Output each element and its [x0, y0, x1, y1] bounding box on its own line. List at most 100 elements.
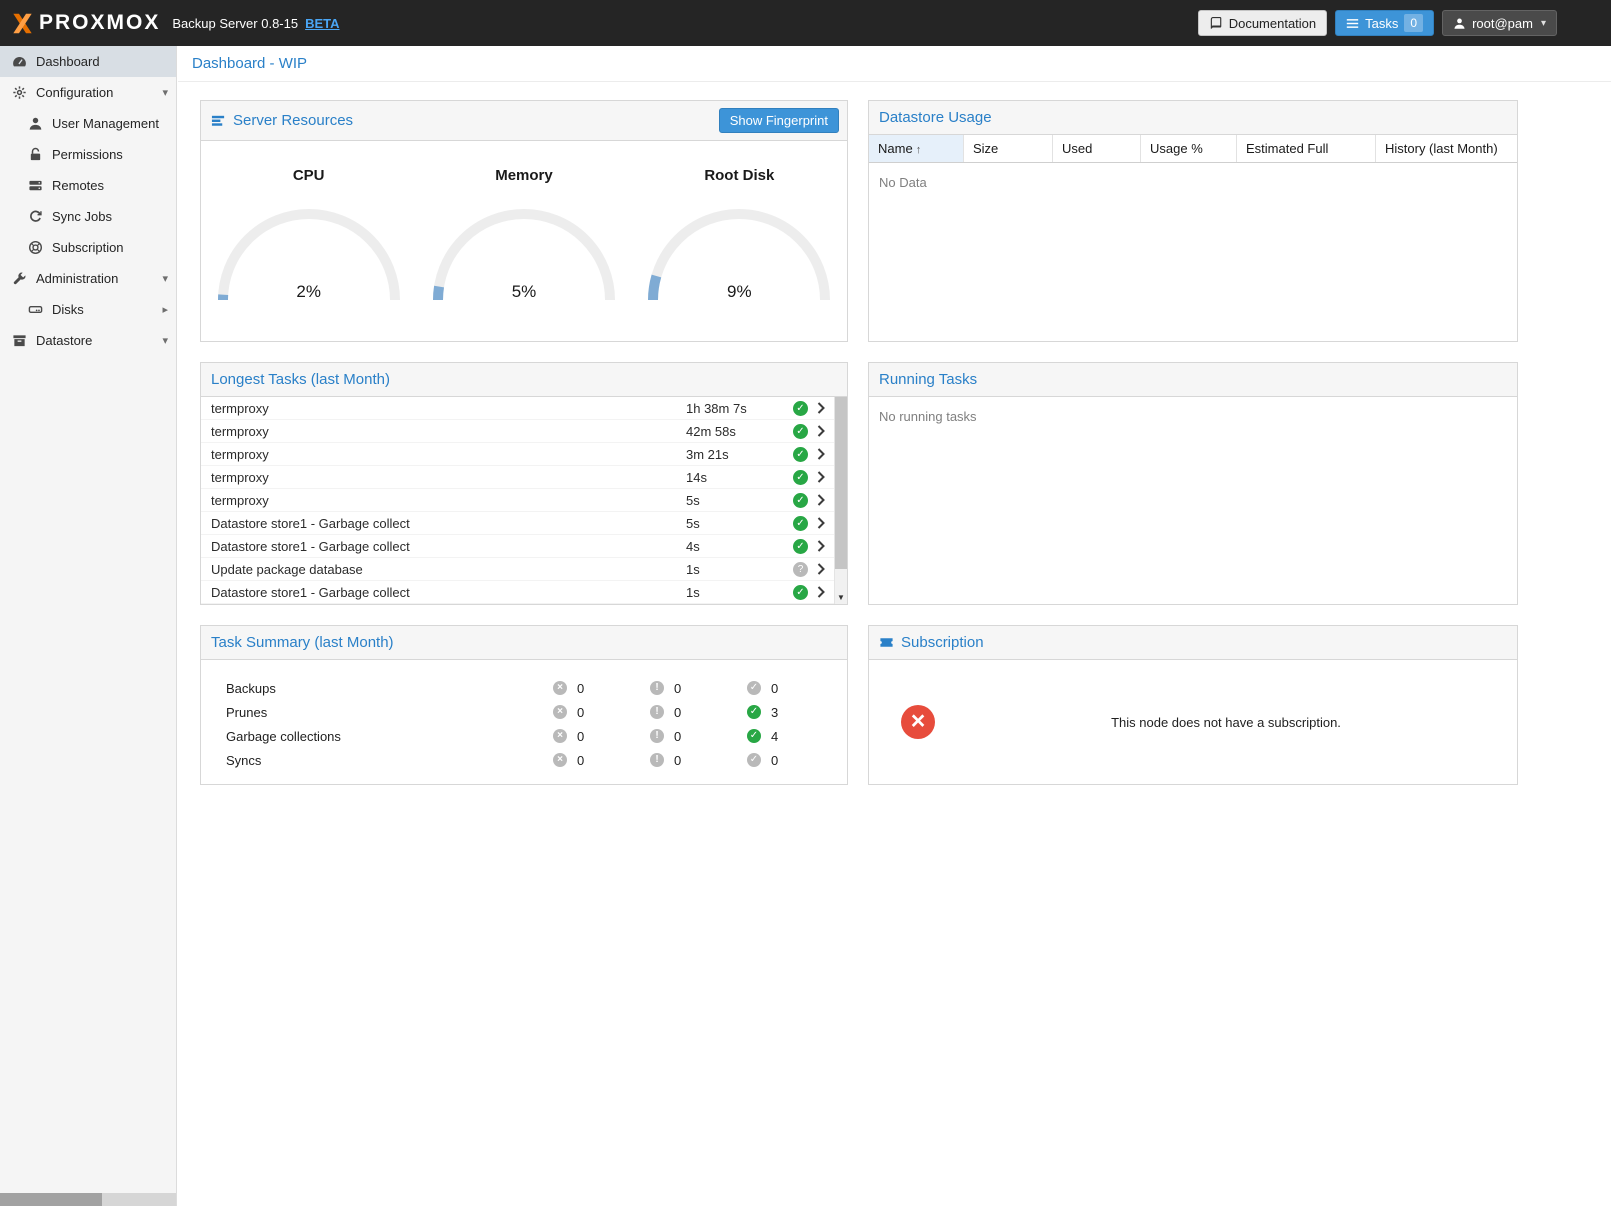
- column-header-name[interactable]: Name↑: [869, 135, 964, 162]
- tasks-button[interactable]: Tasks 0: [1335, 10, 1434, 36]
- task-summary-list: Backups ×0 !0 ✓0 Prunes ×0 !0 ✓3 Gar: [201, 660, 847, 772]
- exclamation-circle-icon: !: [650, 753, 664, 767]
- vertical-scrollbar[interactable]: ▼: [834, 397, 847, 604]
- column-header-estimated-full[interactable]: Estimated Full: [1237, 135, 1376, 162]
- datastore-usage-header: Datastore Usage: [869, 101, 1517, 135]
- check-circle-icon: ✓: [793, 401, 808, 416]
- root-disk-gauge: Root Disk 9%: [632, 167, 847, 306]
- sidebar-item-label: Permissions: [52, 147, 123, 162]
- panel-title: Running Tasks: [879, 371, 977, 388]
- product-version: Backup Server 0.8-15: [172, 16, 298, 31]
- sidebar-item-label: User Management: [52, 116, 159, 131]
- proxmox-logo: PROXMOX: [10, 11, 160, 36]
- times-circle-icon: ×: [553, 681, 567, 695]
- sidebar-item-label: Administration: [36, 271, 118, 286]
- chevron-right-icon[interactable]: [808, 425, 834, 437]
- datastore-usage-panel: Datastore Usage Name↑ Size Used Usage % …: [868, 100, 1518, 342]
- exclamation-circle-icon: !: [650, 681, 664, 695]
- running-tasks-panel: Running Tasks No running tasks: [868, 362, 1518, 605]
- longest-tasks-list: termproxy 1h 38m 7s ✓ termproxy 42m 58s …: [201, 397, 847, 604]
- user-menu-button[interactable]: root@pam ▾: [1442, 10, 1557, 36]
- times-circle-icon: ×: [553, 705, 567, 719]
- column-header-used[interactable]: Used: [1053, 135, 1141, 162]
- ticket-icon: [879, 635, 894, 650]
- sidebar-horizontal-scrollbar[interactable]: [0, 1193, 176, 1206]
- life-ring-icon: [28, 240, 43, 255]
- task-row[interactable]: termproxy 5s ✓: [201, 489, 834, 512]
- times-circle-icon: ×: [553, 753, 567, 767]
- chevron-right-icon[interactable]: [808, 563, 834, 575]
- panel-title: Task Summary (last Month): [211, 634, 394, 651]
- sort-asc-icon: ↑: [916, 144, 922, 156]
- cpu-gauge: CPU 2%: [201, 167, 416, 306]
- task-row[interactable]: Datastore store1 - Garbage collect 4s ✓: [201, 535, 834, 558]
- gauge-value: 9%: [644, 282, 834, 302]
- gears-icon: [12, 85, 27, 100]
- wrench-icon: [12, 271, 27, 286]
- sidebar-item-configuration[interactable]: Configuration ▾: [0, 77, 176, 108]
- sidebar-item-label: Dashboard: [36, 54, 100, 69]
- chevron-right-icon[interactable]: [808, 586, 834, 598]
- caret-right-icon[interactable]: ▸: [162, 303, 168, 316]
- summary-row-syncs: Syncs ×0 !0 ✓0: [226, 748, 847, 772]
- documentation-label: Documentation: [1229, 16, 1316, 31]
- task-row[interactable]: Datastore store1 - Garbage collect 5s ✓: [201, 512, 834, 535]
- sidebar-item-user-management[interactable]: User Management: [0, 108, 176, 139]
- chevron-right-icon[interactable]: [808, 540, 834, 552]
- panel-title: Longest Tasks (last Month): [211, 371, 390, 388]
- caret-down-icon[interactable]: ▾: [162, 334, 168, 347]
- sidebar-item-label: Disks: [52, 302, 84, 317]
- sidebar-item-permissions[interactable]: Permissions: [0, 139, 176, 170]
- sidebar-item-remotes[interactable]: Remotes: [0, 170, 176, 201]
- running-tasks-header: Running Tasks: [869, 363, 1517, 397]
- gauge-label: Memory: [495, 167, 553, 184]
- task-row[interactable]: Update package database 1s ?: [201, 558, 834, 581]
- chevron-right-icon[interactable]: [808, 448, 834, 460]
- subscription-panel: Subscription × This node does not have a…: [868, 625, 1518, 785]
- column-header-usage-pct[interactable]: Usage %: [1141, 135, 1237, 162]
- caret-down-icon: ▾: [1541, 18, 1546, 29]
- hdd-icon: [28, 302, 43, 317]
- datastore-table-header: Name↑ Size Used Usage % Estimated Full H…: [869, 135, 1517, 163]
- sidebar-item-disks[interactable]: Disks ▸: [0, 294, 176, 325]
- tachometer-icon: [12, 54, 27, 69]
- proxmox-x-icon: [10, 11, 35, 36]
- sidebar-item-label: Configuration: [36, 85, 113, 100]
- gauge-value: 2%: [214, 282, 404, 302]
- tasks-label: Tasks: [1365, 16, 1398, 31]
- sidebar: Dashboard Configuration ▾ User Managemen…: [0, 46, 177, 1206]
- task-row[interactable]: termproxy 1h 38m 7s ✓: [201, 397, 834, 420]
- beta-link[interactable]: BETA: [305, 16, 339, 31]
- sidebar-item-label: Remotes: [52, 178, 104, 193]
- scroll-down-arrow[interactable]: ▼: [835, 590, 847, 604]
- chevron-right-icon[interactable]: [808, 517, 834, 529]
- task-row[interactable]: termproxy 14s ✓: [201, 466, 834, 489]
- sidebar-item-subscription[interactable]: Subscription: [0, 232, 176, 263]
- task-row[interactable]: termproxy 42m 58s ✓: [201, 420, 834, 443]
- panel-title: Datastore Usage: [879, 109, 992, 126]
- sidebar-item-datastore[interactable]: Datastore ▾: [0, 325, 176, 356]
- chevron-right-icon[interactable]: [808, 494, 834, 506]
- subscription-message: This node does not have a subscription.: [935, 715, 1517, 730]
- exclamation-circle-icon: !: [650, 729, 664, 743]
- task-row[interactable]: Datastore store1 - Garbage collect 1s ✓: [201, 581, 834, 604]
- task-row[interactable]: termproxy 3m 21s ✓: [201, 443, 834, 466]
- column-header-size[interactable]: Size: [964, 135, 1053, 162]
- chevron-right-icon[interactable]: [808, 402, 834, 414]
- caret-down-icon[interactable]: ▾: [162, 86, 168, 99]
- show-fingerprint-button[interactable]: Show Fingerprint: [719, 108, 839, 133]
- check-circle-icon: ✓: [793, 447, 808, 462]
- scrollbar-thumb[interactable]: [0, 1193, 102, 1206]
- user-menu-label: root@pam: [1472, 16, 1533, 31]
- check-circle-icon: ✓: [793, 585, 808, 600]
- no-data-text: No Data: [869, 163, 1517, 202]
- scrollbar-thumb[interactable]: [835, 397, 847, 569]
- caret-down-icon[interactable]: ▾: [162, 272, 168, 285]
- sidebar-item-dashboard[interactable]: Dashboard: [0, 46, 176, 77]
- documentation-button[interactable]: Documentation: [1198, 10, 1327, 36]
- chevron-right-icon[interactable]: [808, 471, 834, 483]
- sidebar-item-sync-jobs[interactable]: Sync Jobs: [0, 201, 176, 232]
- column-header-history[interactable]: History (last Month): [1376, 135, 1517, 162]
- sidebar-item-administration[interactable]: Administration ▾: [0, 263, 176, 294]
- summary-row-backups: Backups ×0 !0 ✓0: [226, 676, 847, 700]
